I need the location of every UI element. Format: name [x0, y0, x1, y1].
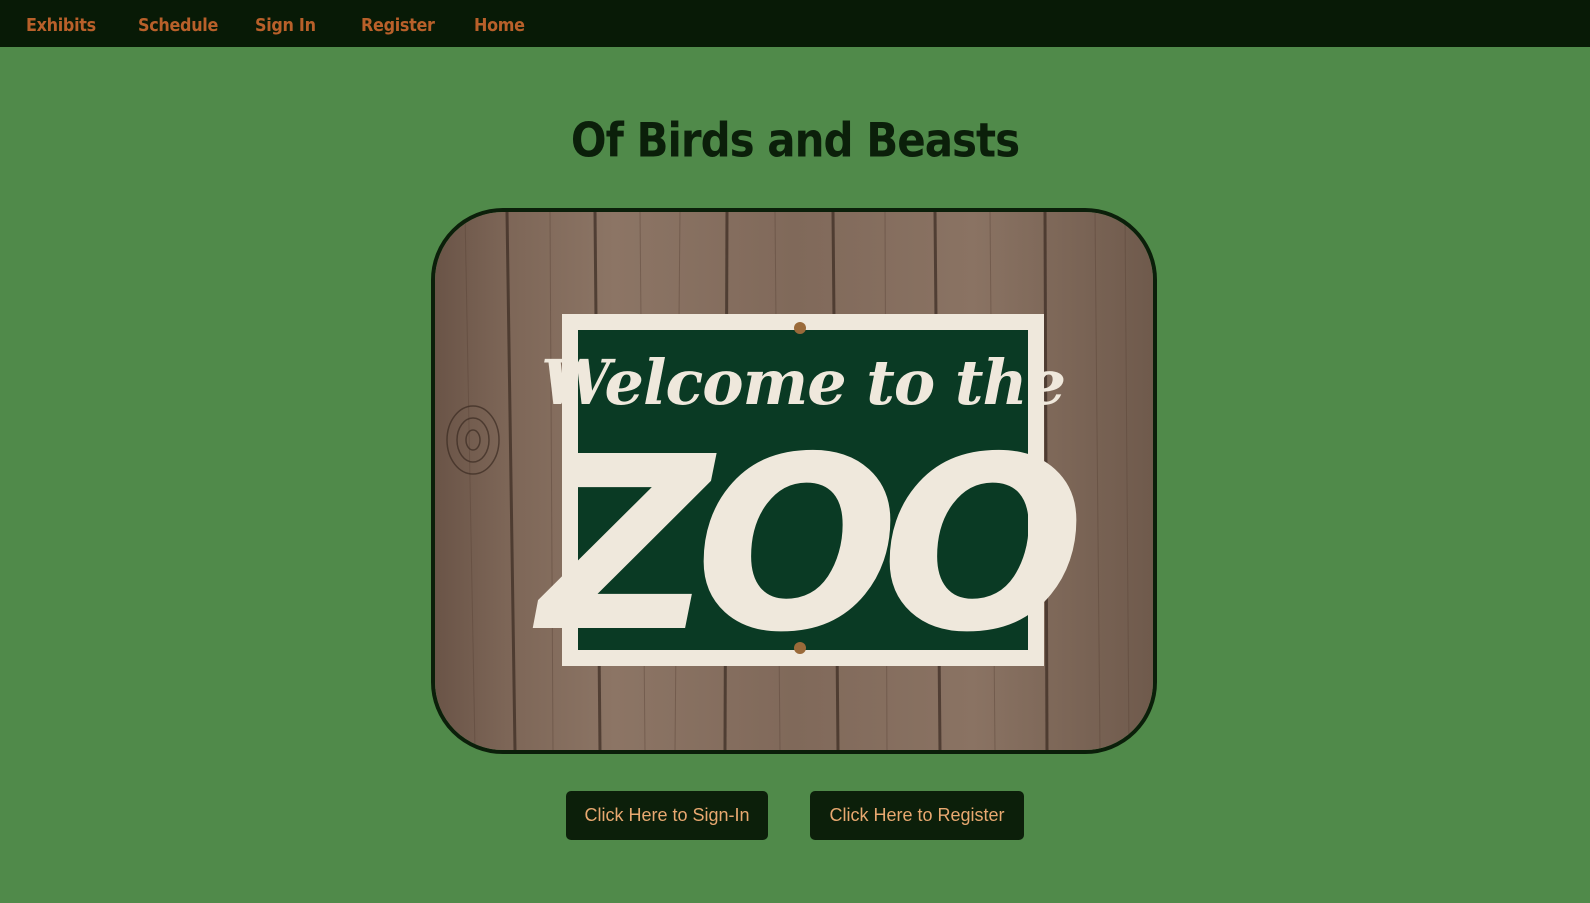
sign-in-button[interactable]: Click Here to Sign-In — [566, 791, 768, 840]
nav-link-exhibits[interactable]: Exhibits — [26, 14, 96, 35]
sign-nail-top — [794, 322, 806, 334]
nav-link-register[interactable]: Register — [361, 14, 435, 35]
register-button[interactable]: Click Here to Register — [810, 791, 1024, 840]
nav-link-home[interactable]: Home — [474, 14, 525, 35]
nav-link-sign-in[interactable]: Sign In — [255, 14, 316, 35]
welcome-to-the-zoo-sign-image: Welcome to the ZOO — [435, 212, 1153, 750]
sign-text-zoo: ZOO — [532, 405, 1077, 685]
nav-link-schedule[interactable]: Schedule — [138, 14, 218, 35]
hero-image: Welcome to the ZOO — [431, 208, 1157, 754]
top-navigation-bar: Exhibits Schedule Sign In Register Home — [0, 0, 1590, 47]
page-title: Of Birds and Beasts — [570, 113, 1020, 168]
